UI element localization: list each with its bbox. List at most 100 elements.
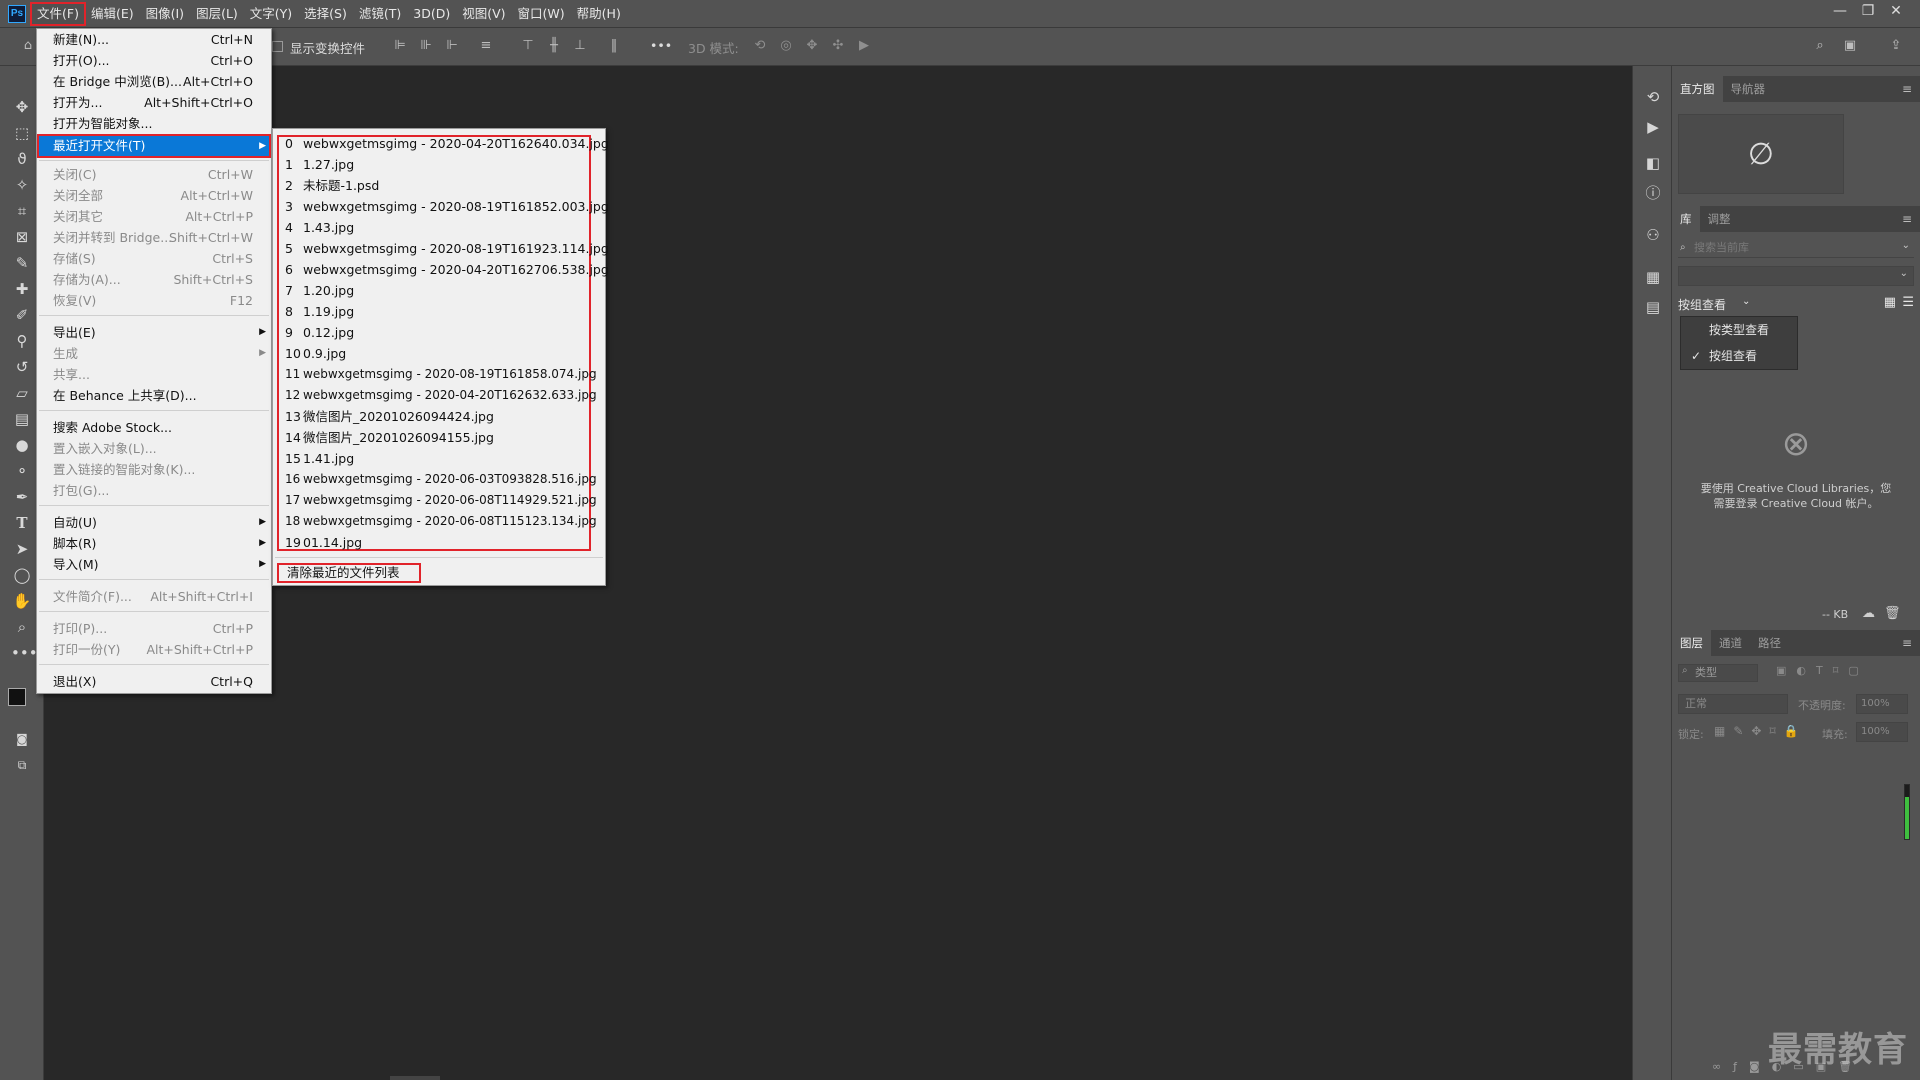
menu-layer[interactable]: 图层(L) [191,4,243,24]
cloud-sync-icon[interactable]: ☁ [1862,606,1875,621]
recent-file-item[interactable]: 2 未标题-1.psd [285,175,379,196]
recent-file-item[interactable]: 19 01.14.jpg [285,532,362,553]
menu-filter[interactable]: 滤镜(T) [354,4,406,24]
align-center-icon[interactable]: ⊪ [418,38,434,54]
file-search-adobe-stock[interactable]: 搜索 Adobe Stock... [37,417,271,438]
file-close-all[interactable]: 关闭全部 Alt+Ctrl+W [37,185,271,206]
history-brush-tool-icon[interactable]: ↺ [11,356,33,378]
properties-icon[interactable]: ◧ [1644,154,1662,172]
menu-file[interactable]: 文件(F) [30,1,86,26]
screen-mode-icon[interactable]: ⧉ [11,754,33,776]
clone-stamp-tool-icon[interactable]: ⚲ [11,330,33,352]
blend-mode-select[interactable]: 正常 [1678,694,1788,714]
tab-histogram[interactable]: 直方图 [1672,76,1723,102]
menu-edit[interactable]: 编辑(E) [86,4,139,24]
minimize-button[interactable]: — [1826,0,1854,22]
file-open[interactable]: 打开(O)... Ctrl+O [37,50,271,71]
recent-file-item[interactable]: 18 webwxgetmsgimg - 2020-06-08T115123.134… [285,511,597,532]
recent-file-item[interactable]: 0 webwxgetmsgimg - 2020-04-20T162640.034.… [285,133,609,154]
file-open-as[interactable]: 打开为... Alt+Shift+Ctrl+O [37,92,271,113]
home-icon[interactable]: ⌂ [20,38,36,54]
file-scripts[interactable]: 脚本(R) ▶ [37,533,271,554]
recent-file-item[interactable]: 16 webwxgetmsgimg - 2020-06-03T093828.516… [285,469,597,490]
file-share[interactable]: 共享... [37,364,271,385]
align-left-icon[interactable]: ⊫ [392,38,408,54]
file-info[interactable]: 文件简介(F)... Alt+Shift+Ctrl+I [37,586,271,607]
align-middle-icon[interactable]: ╫ [546,38,562,54]
workspace-icon[interactable]: ▣ [1842,38,1858,54]
file-close-go-bridge[interactable]: 关闭并转到 Bridge... Shift+Ctrl+W [37,227,271,248]
pen-tool-icon[interactable]: ✒ [11,486,33,508]
tab-channels[interactable]: 通道 [1711,630,1750,656]
move-tool-icon[interactable]: ✥ [11,96,33,118]
maximize-button[interactable]: ❐ [1854,0,1882,22]
3d-camera-icon[interactable]: ▶ [856,38,872,54]
recent-file-item[interactable]: 5 webwxgetmsgimg - 2020-08-19T161923.114.… [285,238,609,259]
recent-file-item[interactable]: 14 微信图片_20201026094155.jpg [285,427,494,448]
panel-menu-icon[interactable]: ≡ [1902,212,1912,226]
menu-window[interactable]: 窗口(W) [513,4,570,24]
ellipse-tool-icon[interactable]: ◯ [11,564,33,586]
align-right-icon[interactable]: ⊩ [444,38,460,54]
3d-orbit-icon[interactable]: ⟲ [752,38,768,54]
path-selection-tool-icon[interactable]: ➤ [11,538,33,560]
recent-file-item[interactable]: 12 webwxgetmsgimg - 2020-04-20T162632.633… [285,385,597,406]
info-icon[interactable]: ⓘ [1644,184,1662,202]
share-icon[interactable]: ⇪ [1888,38,1904,54]
tab-paths[interactable]: 路径 [1750,630,1789,656]
recent-file-item[interactable]: 6 webwxgetmsgimg - 2020-04-20T162706.538.… [285,259,609,280]
file-automate[interactable]: 自动(U) ▶ [37,512,271,533]
distribute-vertical-icon[interactable]: ‖ [606,38,622,54]
recent-file-item[interactable]: 9 0.12.jpg [285,322,354,343]
menu-3d[interactable]: 3D(D) [408,4,455,24]
menu-select[interactable]: 选择(S) [299,4,352,24]
library-search-input[interactable]: 搜索当前库 [1678,238,1914,258]
file-open-smart-object[interactable]: 打开为智能对象... [37,113,271,134]
file-exit[interactable]: 退出(X) Ctrl+Q [37,671,271,692]
frame-tool-icon[interactable]: ⊠ [11,226,33,248]
file-package[interactable]: 打包(G)... [37,480,271,501]
notes-icon[interactable]: ▤ [1644,298,1662,316]
zoom-tool-icon[interactable]: ⌕ [11,616,33,638]
align-top-icon[interactable]: ⊤ [520,38,536,54]
quick-mask-icon[interactable]: ◙ [11,728,33,750]
file-browse-bridge[interactable]: 在 Bridge 中浏览(B)... Alt+Ctrl+O [37,71,271,92]
search-icon[interactable]: ⌕ [1812,38,1828,54]
opacity-input[interactable]: 100% [1856,694,1908,714]
lasso-tool-icon[interactable]: ϑ [11,148,33,170]
3d-slide-icon[interactable]: ✣ [830,38,846,54]
file-share-behance[interactable]: 在 Behance 上共享(D)... [37,385,271,406]
grid-view-icon[interactable]: ▦ [1884,295,1896,310]
view-by-group-option[interactable]: ✓ 按组查看 [1681,343,1797,369]
recent-file-item[interactable]: 8 1.19.jpg [285,301,354,322]
distribute-icon[interactable]: ≡ [478,38,494,54]
recent-file-item[interactable]: 3 webwxgetmsgimg - 2020-08-19T161852.003.… [285,196,609,217]
menu-help[interactable]: 帮助(H) [572,4,626,24]
file-export[interactable]: 导出(E) ▶ [37,322,271,343]
tab-layers[interactable]: 图层 [1672,630,1711,656]
more-options-button[interactable]: ••• [650,38,672,53]
menu-image[interactable]: 图像(I) [141,4,189,24]
gradient-tool-icon[interactable]: ▤ [11,408,33,430]
menu-view[interactable]: 视图(V) [457,4,510,24]
recent-file-item[interactable]: 10 0.9.jpg [285,343,346,364]
recent-file-item[interactable]: 7 1.20.jpg [285,280,354,301]
dodge-tool-icon[interactable]: ⚬ [11,460,33,482]
file-save[interactable]: 存储(S) Ctrl+S [37,248,271,269]
trash-icon[interactable]: 🗑 [1884,606,1901,621]
file-place-linked[interactable]: 置入链接的智能对象(K)... [37,459,271,480]
file-revert[interactable]: 恢复(V) F12 [37,290,271,311]
panel-menu-icon[interactable]: ≡ [1902,82,1912,96]
tab-navigator[interactable]: 导航器 [1723,76,1774,102]
hand-tool-icon[interactable]: ✋ [11,590,33,612]
foreground-color-swatch[interactable] [8,688,26,706]
file-print-one-copy[interactable]: 打印一份(Y) Alt+Shift+Ctrl+P [37,639,271,660]
menu-type[interactable]: 文字(Y) [245,4,297,24]
crop-tool-icon[interactable]: ⌗ [11,200,33,222]
healing-brush-tool-icon[interactable]: ✚ [11,278,33,300]
recent-file-item[interactable]: 17 webwxgetmsgimg - 2020-06-08T114929.521… [285,490,597,511]
list-view-icon[interactable]: ☰ [1902,295,1914,310]
recent-file-item[interactable]: 1 1.27.jpg [285,154,354,175]
chevron-down-icon[interactable]: ⌄ [1902,240,1910,251]
character-icon[interactable]: ⚇ [1644,226,1662,244]
